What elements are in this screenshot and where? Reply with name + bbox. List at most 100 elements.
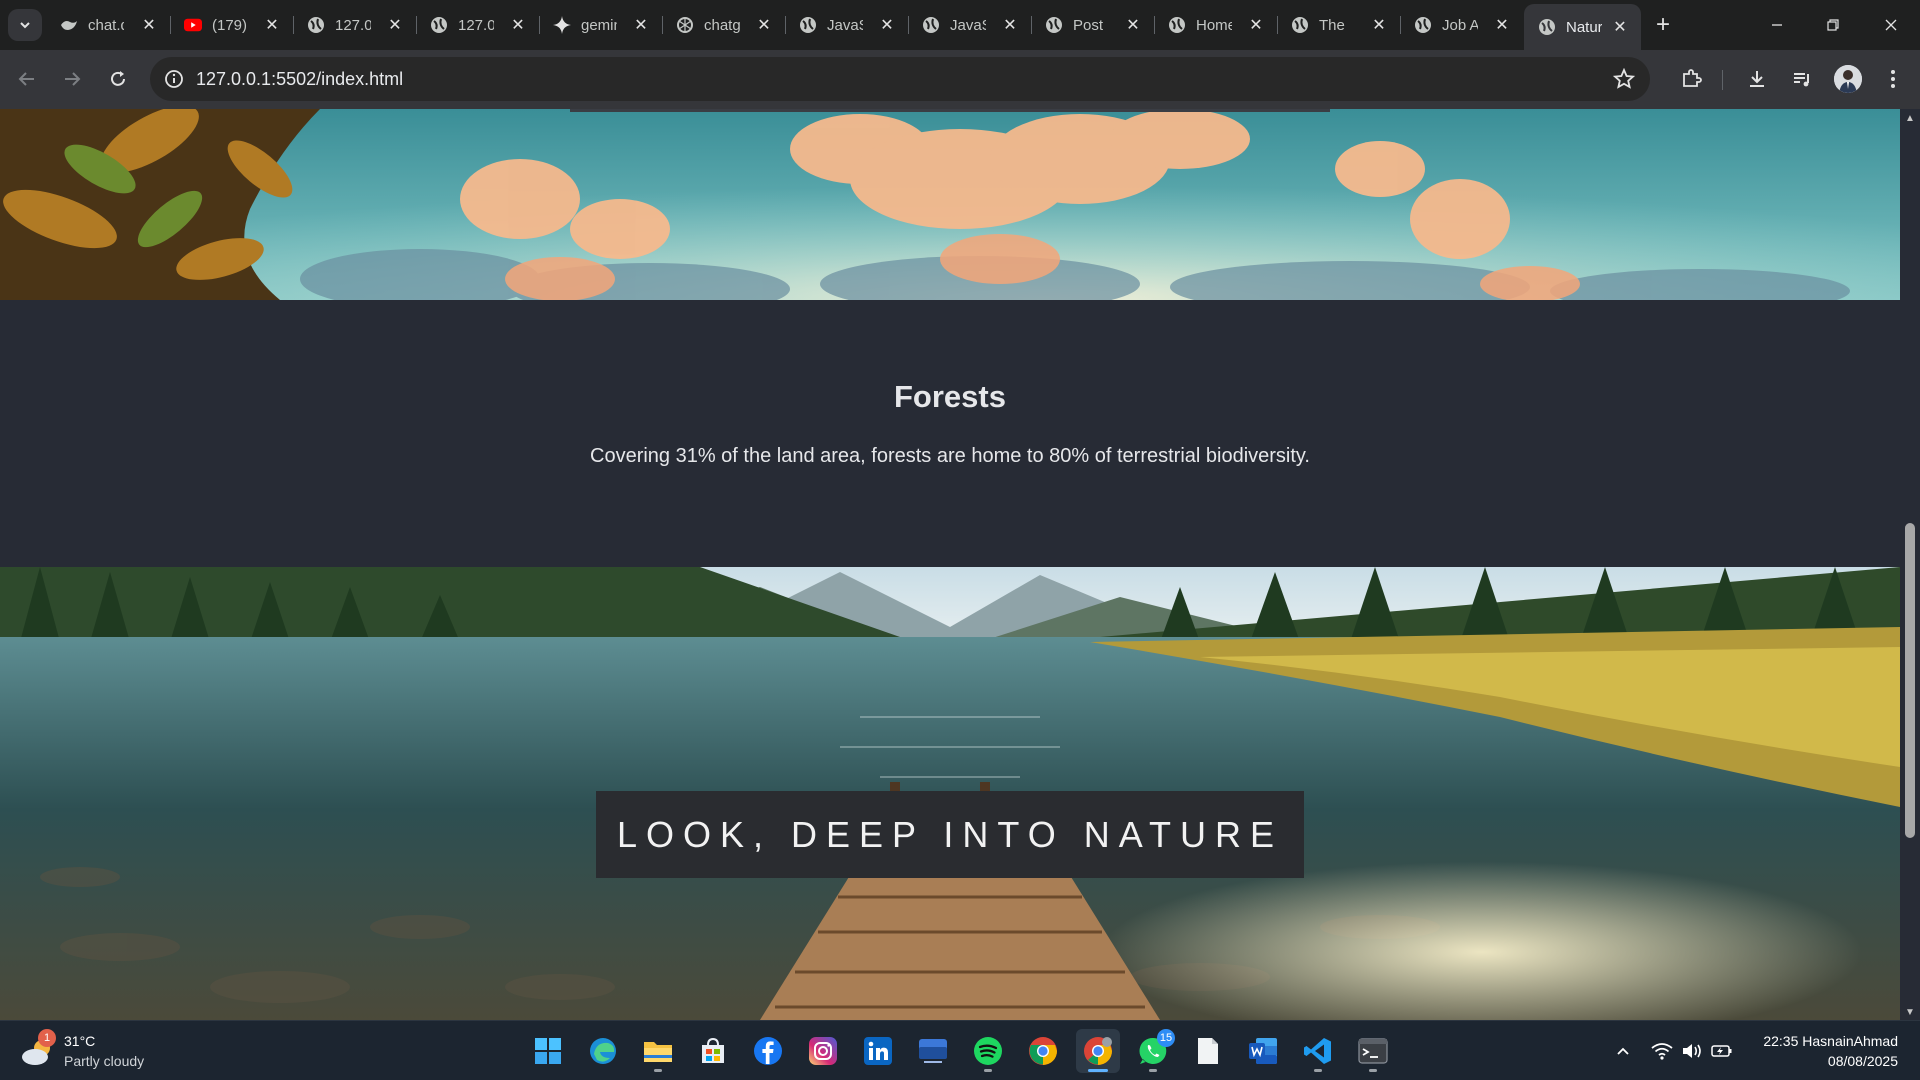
clock-date: 08/08/2025 bbox=[1827, 1053, 1898, 1069]
arrow-left-icon bbox=[18, 72, 34, 86]
taskbar-whatsapp[interactable]: 15 bbox=[1131, 1029, 1175, 1073]
volume-control[interactable] bbox=[1680, 1039, 1704, 1063]
scroll-down-icon[interactable]: ▼ bbox=[1904, 1006, 1916, 1018]
battery-charging-icon bbox=[1711, 1045, 1732, 1057]
tab-chatgpt[interactable]: chatgpt ✕ bbox=[662, 8, 786, 42]
scrollbar-thumb[interactable] bbox=[1905, 523, 1915, 838]
tab-title: Post bbox=[1073, 16, 1104, 34]
url-text[interactable]: 127.0.0.1:5502/index.html bbox=[196, 69, 403, 90]
browser-menu-button[interactable] bbox=[1878, 64, 1908, 94]
tab-strip: chat.deepseek.com ✕ (179) YouTube ✕ 127.… bbox=[0, 0, 1920, 50]
taskbar-vscode[interactable] bbox=[1296, 1029, 1340, 1073]
tab-title: 127.0.0.1 bbox=[335, 16, 371, 34]
avatar-icon bbox=[1834, 65, 1862, 93]
tab-title: The bbox=[1319, 16, 1345, 34]
new-tab-button[interactable]: + bbox=[1650, 11, 1676, 38]
show-hidden-icons-button[interactable] bbox=[1611, 1039, 1635, 1063]
spotify-icon bbox=[974, 1037, 1002, 1065]
tab-nature-active[interactable]: Nature ✕ bbox=[1524, 4, 1641, 50]
profile-avatar[interactable] bbox=[1834, 65, 1862, 93]
dev-home-icon bbox=[919, 1039, 947, 1063]
taskbar-edge[interactable] bbox=[581, 1029, 625, 1073]
close-tab-icon[interactable]: ✕ bbox=[1124, 16, 1142, 34]
page-scrollbar[interactable]: ▲ ▼ bbox=[1900, 109, 1920, 1020]
taskbar-facebook[interactable] bbox=[746, 1029, 790, 1073]
plus-icon: + bbox=[1655, 11, 1670, 38]
close-tab-icon[interactable]: ✕ bbox=[1370, 16, 1388, 34]
playlist-icon bbox=[1794, 73, 1809, 87]
page-viewport: Forests Covering 31% of the land area, f… bbox=[0, 109, 1920, 1020]
tab-localhost-2[interactable]: 127.0.0.1 ✕ bbox=[416, 8, 540, 42]
chrome-profile-icon bbox=[1084, 1037, 1112, 1065]
tab-gemini[interactable]: gemini ✕ bbox=[539, 8, 663, 42]
whatsapp-badge: 15 bbox=[1157, 1029, 1175, 1047]
tab-the[interactable]: The ✕ bbox=[1277, 8, 1401, 42]
extensions-button[interactable] bbox=[1676, 64, 1706, 94]
taskbar-microsoft-store[interactable] bbox=[691, 1029, 735, 1073]
close-window-button[interactable] bbox=[1868, 10, 1914, 40]
weather-badge: 1 bbox=[38, 1029, 56, 1047]
close-tab-icon[interactable]: ✕ bbox=[386, 16, 404, 34]
tab-search-button[interactable] bbox=[8, 9, 42, 41]
close-tab-icon[interactable]: ✕ bbox=[632, 16, 650, 34]
taskbar-file-explorer[interactable] bbox=[636, 1029, 680, 1073]
tab-javascript-1[interactable]: JavaScript ✕ bbox=[785, 8, 909, 42]
tab-deepseek[interactable]: chat.deepseek.com ✕ bbox=[46, 8, 171, 42]
reload-button[interactable] bbox=[103, 64, 133, 94]
start-button[interactable] bbox=[526, 1029, 570, 1073]
reload-icon bbox=[111, 71, 125, 86]
tab-home[interactable]: Home ✕ bbox=[1154, 8, 1278, 42]
taskbar-notepad[interactable] bbox=[1186, 1029, 1230, 1073]
folder-icon bbox=[644, 1042, 672, 1062]
taskbar-linkedin[interactable] bbox=[856, 1029, 900, 1073]
chrome-icon bbox=[1029, 1037, 1057, 1065]
tab-title: JavaScript bbox=[827, 16, 863, 34]
battery-status[interactable] bbox=[1710, 1039, 1734, 1063]
tab-javascript-2[interactable]: JavaScript ✕ bbox=[908, 8, 1032, 42]
close-tab-icon[interactable]: ✕ bbox=[878, 16, 896, 34]
taskbar-chrome[interactable] bbox=[1021, 1029, 1065, 1073]
site-info-icon[interactable] bbox=[162, 67, 186, 91]
youtube-icon bbox=[184, 16, 202, 34]
close-tab-icon[interactable]: ✕ bbox=[263, 16, 281, 34]
close-tab-icon[interactable]: ✕ bbox=[1001, 16, 1019, 34]
scroll-up-icon[interactable]: ▲ bbox=[1904, 112, 1916, 124]
taskbar-word[interactable] bbox=[1241, 1029, 1285, 1073]
restore-button[interactable] bbox=[1810, 10, 1856, 40]
tab-localhost-1[interactable]: 127.0.0.1 ✕ bbox=[293, 8, 417, 42]
close-tab-icon[interactable]: ✕ bbox=[140, 16, 158, 34]
sky-hero-image bbox=[0, 109, 1900, 300]
address-bar[interactable]: 127.0.0.1:5502/index.html bbox=[150, 57, 1650, 101]
forward-button[interactable] bbox=[57, 64, 87, 94]
bookmark-star-icon[interactable] bbox=[1612, 67, 1636, 91]
taskbar-instagram[interactable] bbox=[801, 1029, 845, 1073]
vscode-icon bbox=[1304, 1038, 1331, 1064]
globe-icon bbox=[1168, 16, 1186, 34]
tab-job[interactable]: Job A ✕ bbox=[1400, 8, 1523, 42]
browser-toolbar: 127.0.0.1:5502/index.html bbox=[0, 50, 1920, 109]
wifi-status[interactable] bbox=[1650, 1039, 1674, 1063]
close-tab-icon[interactable]: ✕ bbox=[509, 16, 527, 34]
clock-time-line: 22:35 HasnainAhmad bbox=[1763, 1031, 1898, 1051]
weather-widget[interactable]: 1 31°C Partly cloudy bbox=[20, 1029, 180, 1073]
windows-icon bbox=[535, 1038, 561, 1064]
taskbar-dev-home[interactable] bbox=[911, 1029, 955, 1073]
media-control-button[interactable] bbox=[1787, 64, 1817, 94]
tagline-banner: LOOK, DEEP INTO NATURE bbox=[596, 791, 1304, 878]
tab-youtube[interactable]: (179) YouTube ✕ bbox=[170, 8, 294, 42]
close-tab-icon[interactable]: ✕ bbox=[1611, 18, 1629, 36]
close-tab-icon[interactable]: ✕ bbox=[1493, 16, 1511, 34]
system-clock[interactable]: 22:35 HasnainAhmad 08/08/2025 bbox=[1763, 1031, 1898, 1071]
globe-icon bbox=[922, 16, 940, 34]
taskbar-terminal[interactable] bbox=[1351, 1029, 1395, 1073]
downloads-button[interactable] bbox=[1742, 64, 1772, 94]
gemini-icon bbox=[553, 16, 571, 34]
taskbar-spotify[interactable] bbox=[966, 1029, 1010, 1073]
minimize-button[interactable] bbox=[1754, 10, 1800, 40]
close-tab-icon[interactable]: ✕ bbox=[1247, 16, 1265, 34]
close-tab-icon[interactable]: ✕ bbox=[755, 16, 773, 34]
taskbar-chrome-active[interactable] bbox=[1076, 1029, 1120, 1073]
back-button[interactable] bbox=[12, 64, 42, 94]
tab-title: JavaScript bbox=[950, 16, 986, 34]
tab-post[interactable]: Post ✕ bbox=[1031, 8, 1155, 42]
